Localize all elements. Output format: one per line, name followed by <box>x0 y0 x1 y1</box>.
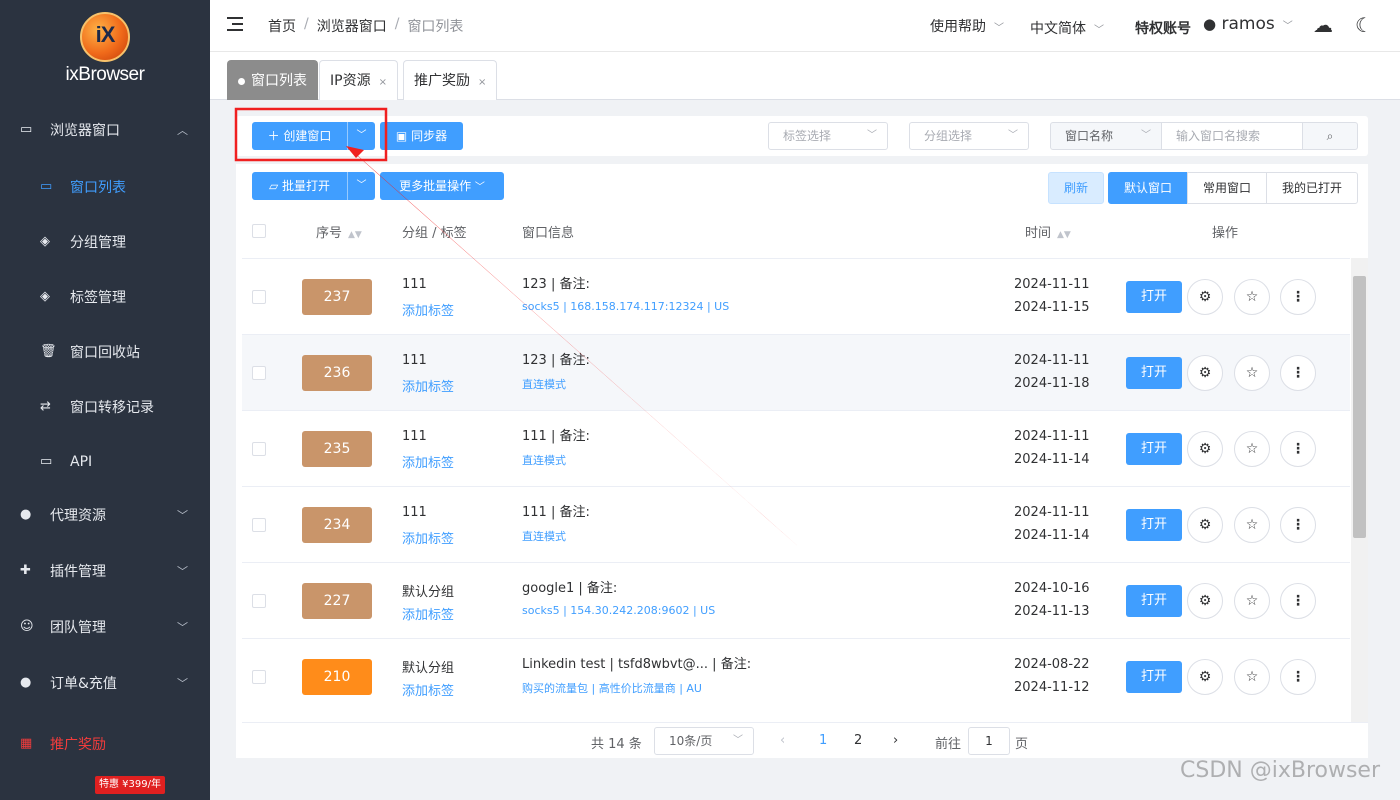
arrow-line <box>352 151 800 548</box>
annotation-overlay <box>234 107 800 548</box>
highlight-box <box>234 107 388 162</box>
arrow-head-icon <box>346 146 364 158</box>
watermark: CSDN @ixBrowser <box>1180 758 1380 783</box>
